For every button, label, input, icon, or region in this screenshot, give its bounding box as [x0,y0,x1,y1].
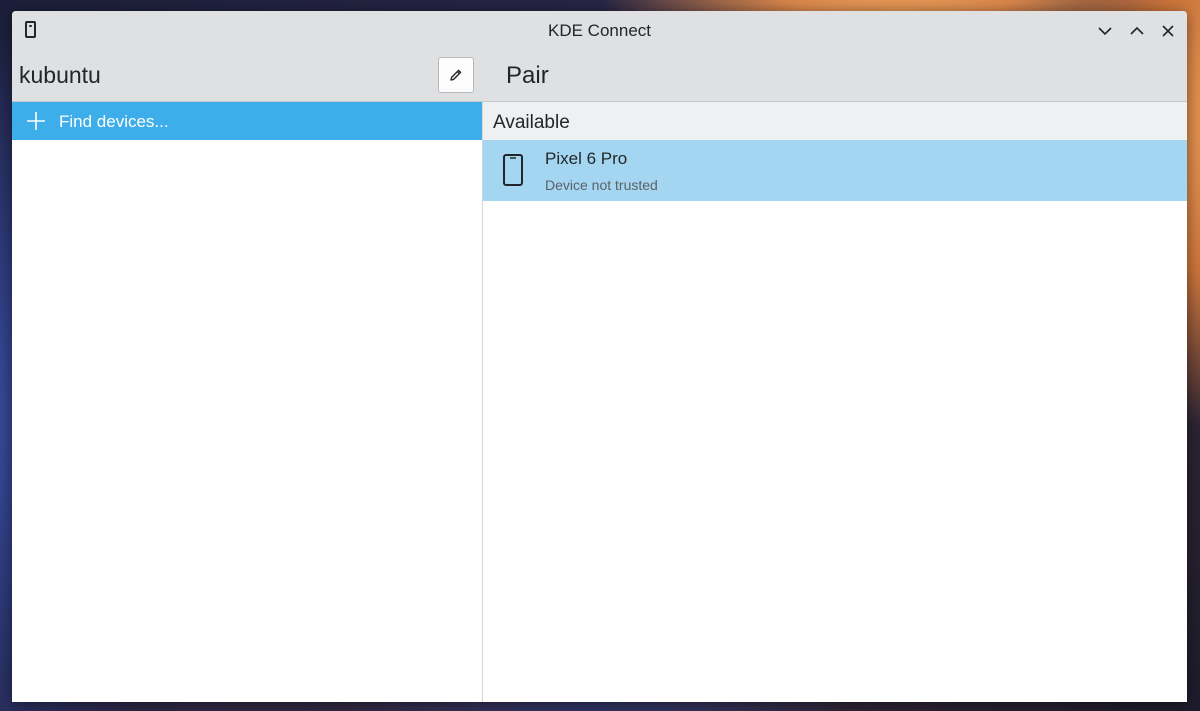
find-devices-item[interactable]: Find devices... [12,102,482,140]
device-list-item[interactable]: Pixel 6 Pro Device not trusted [483,140,1187,201]
pair-panel: Available Pixel 6 Pro Device not trusted [483,102,1187,702]
minimize-button[interactable] [1093,19,1117,43]
header-bar: kubuntu Pair [12,51,1187,102]
minimize-icon [1098,27,1112,36]
maximize-button[interactable] [1125,19,1149,43]
title-bar[interactable]: KDE Connect [12,11,1187,51]
close-button[interactable] [1156,19,1180,43]
phone-icon [503,154,523,186]
device-sidebar: Find devices... [12,102,482,702]
rename-device-button[interactable] [438,57,474,93]
device-status: Device not trusted [545,177,658,193]
maximize-icon [1130,26,1144,35]
find-devices-label: Find devices... [59,112,169,131]
device-name-label: kubuntu [19,62,101,88]
available-section-header: Available [483,102,1187,140]
section-label: Available [493,112,570,133]
device-name: Pixel 6 Pro [545,149,628,168]
page-title: Pair [506,62,549,89]
plus-icon [27,112,45,130]
close-icon [1162,25,1174,37]
kde-connect-window: KDE Connect kubuntu Pair Find devices...… [12,11,1187,702]
window-title: KDE Connect [548,21,651,40]
pencil-icon [450,69,462,81]
